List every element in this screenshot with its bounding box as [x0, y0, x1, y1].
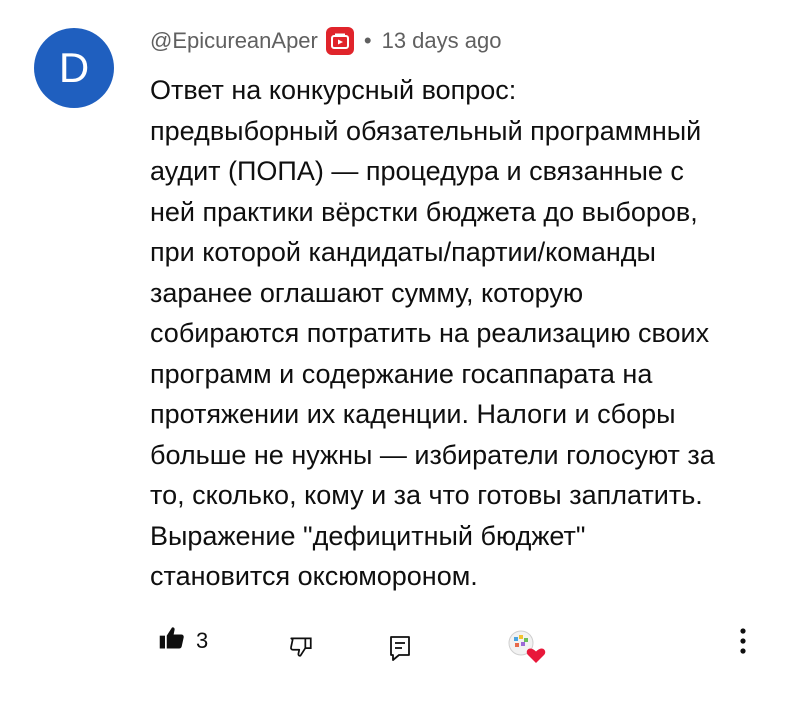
comment-actions: 3 [150, 624, 770, 668]
creator-heart-icon [506, 628, 546, 671]
more-vert-icon [738, 626, 748, 661]
meta-separator: • [363, 28, 372, 53]
more-actions-button[interactable] [738, 626, 748, 661]
avatar[interactable]: D [34, 28, 114, 108]
thumbs-up-icon [158, 624, 186, 657]
comment-meta: @EpicureanAper • 13 days ago [150, 24, 780, 58]
comment-text: Ответ на конкурсный вопрос: предвыборный… [150, 75, 715, 591]
reply-button[interactable] [388, 634, 412, 667]
like-count: 3 [196, 627, 209, 653]
creator-heart [506, 628, 546, 671]
author-handle[interactable]: @EpicureanAper [150, 28, 318, 54]
member-badge-icon [325, 27, 354, 55]
avatar-letter: D [58, 44, 90, 91]
reply-icon [388, 634, 412, 667]
like-button[interactable]: 3 [158, 624, 208, 657]
dislike-button[interactable] [288, 634, 314, 665]
timestamp[interactable]: 13 days ago [382, 28, 502, 54]
thumbs-down-icon [288, 634, 314, 665]
comment-body: @EpicureanAper • 13 days ago Ответ на ко… [150, 24, 780, 597]
